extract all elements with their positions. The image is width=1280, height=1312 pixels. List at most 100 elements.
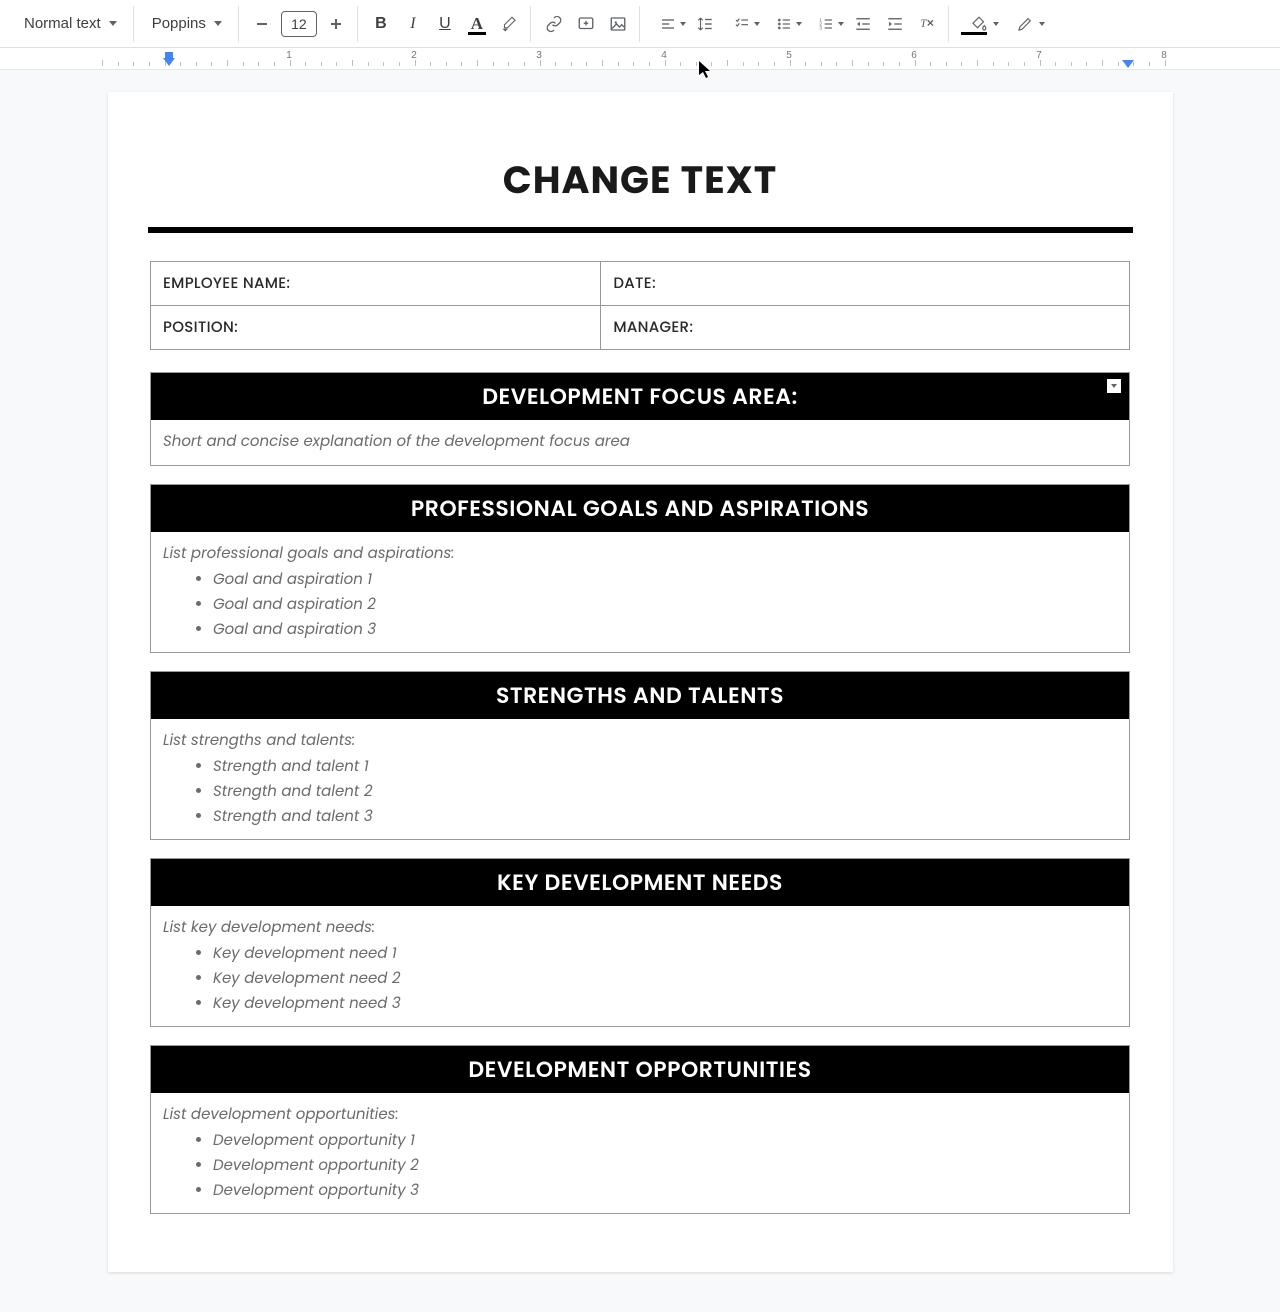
outdent-icon: [854, 15, 872, 33]
paint-bucket-icon: [970, 15, 988, 33]
list-item[interactable]: Strength and talent 3: [213, 804, 1117, 829]
list-item[interactable]: Goal and aspiration 2: [213, 592, 1117, 617]
section-lead-text[interactable]: List key development needs:: [163, 916, 1117, 939]
section-header[interactable]: DEVELOPMENT FOCUS AREA:: [151, 373, 1129, 420]
list-item[interactable]: Key development need 2: [213, 966, 1117, 991]
document-title[interactable]: CHANGE TEXT: [148, 152, 1133, 209]
section-body[interactable]: List development opportunities:Developme…: [151, 1093, 1129, 1213]
section-header[interactable]: KEY DEVELOPMENT NEEDS: [151, 859, 1129, 906]
list-item[interactable]: Goal and aspiration 3: [213, 617, 1117, 642]
italic-button[interactable]: I: [398, 9, 428, 39]
border-button[interactable]: [1003, 9, 1047, 39]
list-item[interactable]: Development opportunity 3: [213, 1178, 1117, 1203]
section-header[interactable]: DEVELOPMENT OPPORTUNITIES: [151, 1046, 1129, 1093]
svg-text:T: T: [920, 18, 927, 30]
section-lead-text[interactable]: List professional goals and aspirations:: [163, 542, 1117, 565]
align-button[interactable]: [648, 9, 688, 39]
chevron-down-icon: [993, 22, 999, 26]
increase-font-size-button[interactable]: [321, 9, 351, 39]
fill-color-button[interactable]: [957, 9, 1001, 39]
comment-plus-icon: [577, 15, 595, 33]
chevron-down-icon: [838, 22, 844, 26]
text-color-icon: A: [471, 14, 483, 34]
employee-name-cell[interactable]: EMPLOYEE NAME:: [151, 262, 601, 306]
font-size-input[interactable]: [281, 11, 317, 37]
indent-icon: [886, 15, 904, 33]
link-icon: [545, 15, 563, 33]
chevron-down-icon: [109, 21, 117, 26]
text-color-swatch: [468, 32, 486, 35]
list-item[interactable]: Key development need 3: [213, 991, 1117, 1016]
date-cell[interactable]: DATE:: [601, 262, 1130, 306]
manager-cell[interactable]: MANAGER:: [601, 306, 1130, 350]
insert-image-button[interactable]: [603, 9, 633, 39]
align-left-icon: [660, 16, 676, 32]
section[interactable]: STRENGTHS AND TALENTSList strengths and …: [150, 671, 1130, 840]
list-item[interactable]: Strength and talent 1: [213, 754, 1117, 779]
paragraph-style-select[interactable]: Normal text: [14, 9, 127, 38]
checklist-button[interactable]: [722, 9, 762, 39]
bold-button[interactable]: B: [366, 9, 396, 39]
section-lead-text[interactable]: List development opportunities:: [163, 1103, 1117, 1126]
section[interactable]: DEVELOPMENT FOCUS AREA: Short and concise…: [150, 372, 1130, 466]
section[interactable]: DEVELOPMENT OPPORTUNITIESList developmen…: [150, 1045, 1130, 1214]
chevron-down-icon: [754, 22, 760, 26]
chevron-down-icon: [214, 21, 222, 26]
bulleted-list-button[interactable]: [764, 9, 804, 39]
section-header[interactable]: STRENGTHS AND TALENTS: [151, 672, 1129, 719]
formatting-toolbar: Normal text Poppins B I U A: [0, 0, 1280, 48]
chevron-down-icon: [796, 22, 802, 26]
document-canvas: CHANGE TEXT EMPLOYEE NAME: DATE: POSITIO…: [0, 70, 1280, 1312]
font-family-label: Poppins: [152, 15, 206, 32]
numbered-list-icon: 123: [818, 16, 834, 32]
line-spacing-button[interactable]: [690, 9, 720, 39]
title-divider: [148, 227, 1133, 233]
clear-formatting-button[interactable]: T: [912, 9, 942, 39]
section-list[interactable]: Development opportunity 1Development opp…: [163, 1128, 1117, 1203]
font-family-select[interactable]: Poppins: [142, 9, 232, 38]
list-item[interactable]: Development opportunity 2: [213, 1153, 1117, 1178]
fill-color-swatch: [961, 32, 987, 35]
position-cell[interactable]: POSITION:: [151, 306, 601, 350]
clear-format-icon: T: [918, 15, 936, 33]
checklist-icon: [734, 16, 750, 32]
text-color-button[interactable]: A: [462, 9, 492, 39]
list-item[interactable]: Strength and talent 2: [213, 779, 1117, 804]
numbered-list-button[interactable]: 123: [806, 9, 846, 39]
section[interactable]: KEY DEVELOPMENT NEEDSList key developmen…: [150, 858, 1130, 1027]
section-body[interactable]: List strengths and talents:Strength and …: [151, 719, 1129, 839]
section-lead-text[interactable]: Short and concise explanation of the dev…: [163, 430, 1117, 453]
section[interactable]: PROFESSIONAL GOALS AND ASPIRATIONSList p…: [150, 484, 1130, 653]
section-list[interactable]: Goal and aspiration 1Goal and aspiration…: [163, 567, 1117, 642]
section-list[interactable]: Strength and talent 1Strength and talent…: [163, 754, 1117, 829]
increase-indent-button[interactable]: [880, 9, 910, 39]
list-item[interactable]: Key development need 1: [213, 941, 1117, 966]
section-body[interactable]: List key development needs:Key developme…: [151, 906, 1129, 1026]
bold-icon: B: [375, 15, 387, 33]
underline-icon: U: [439, 15, 451, 33]
table-row[interactable]: POSITION: MANAGER:: [151, 306, 1130, 350]
highlight-color-button[interactable]: [494, 9, 524, 39]
list-item[interactable]: Development opportunity 1: [213, 1128, 1117, 1153]
image-icon: [609, 15, 627, 33]
table-row[interactable]: EMPLOYEE NAME: DATE:: [151, 262, 1130, 306]
chevron-down-icon: [1039, 22, 1045, 26]
list-item[interactable]: Goal and aspiration 1: [213, 567, 1117, 592]
document-page[interactable]: CHANGE TEXT EMPLOYEE NAME: DATE: POSITIO…: [108, 92, 1173, 1272]
section-body[interactable]: Short and concise explanation of the dev…: [151, 420, 1129, 465]
decrease-font-size-button[interactable]: [247, 9, 277, 39]
section-header[interactable]: PROFESSIONAL GOALS AND ASPIRATIONS: [151, 485, 1129, 532]
table-handle-icon[interactable]: [1107, 379, 1121, 393]
insert-link-button[interactable]: [539, 9, 569, 39]
section-body[interactable]: List professional goals and aspirations:…: [151, 532, 1129, 652]
italic-icon: I: [410, 15, 415, 33]
paragraph-style-label: Normal text: [24, 15, 101, 32]
add-comment-button[interactable]: [571, 9, 601, 39]
section-lead-text[interactable]: List strengths and talents:: [163, 729, 1117, 752]
horizontal-ruler[interactable]: 12345678: [0, 48, 1280, 70]
decrease-indent-button[interactable]: [848, 9, 878, 39]
employee-info-table[interactable]: EMPLOYEE NAME: DATE: POSITION: MANAGER:: [150, 261, 1130, 350]
section-list[interactable]: Key development need 1Key development ne…: [163, 941, 1117, 1016]
chevron-down-icon: [680, 22, 686, 26]
underline-button[interactable]: U: [430, 9, 460, 39]
